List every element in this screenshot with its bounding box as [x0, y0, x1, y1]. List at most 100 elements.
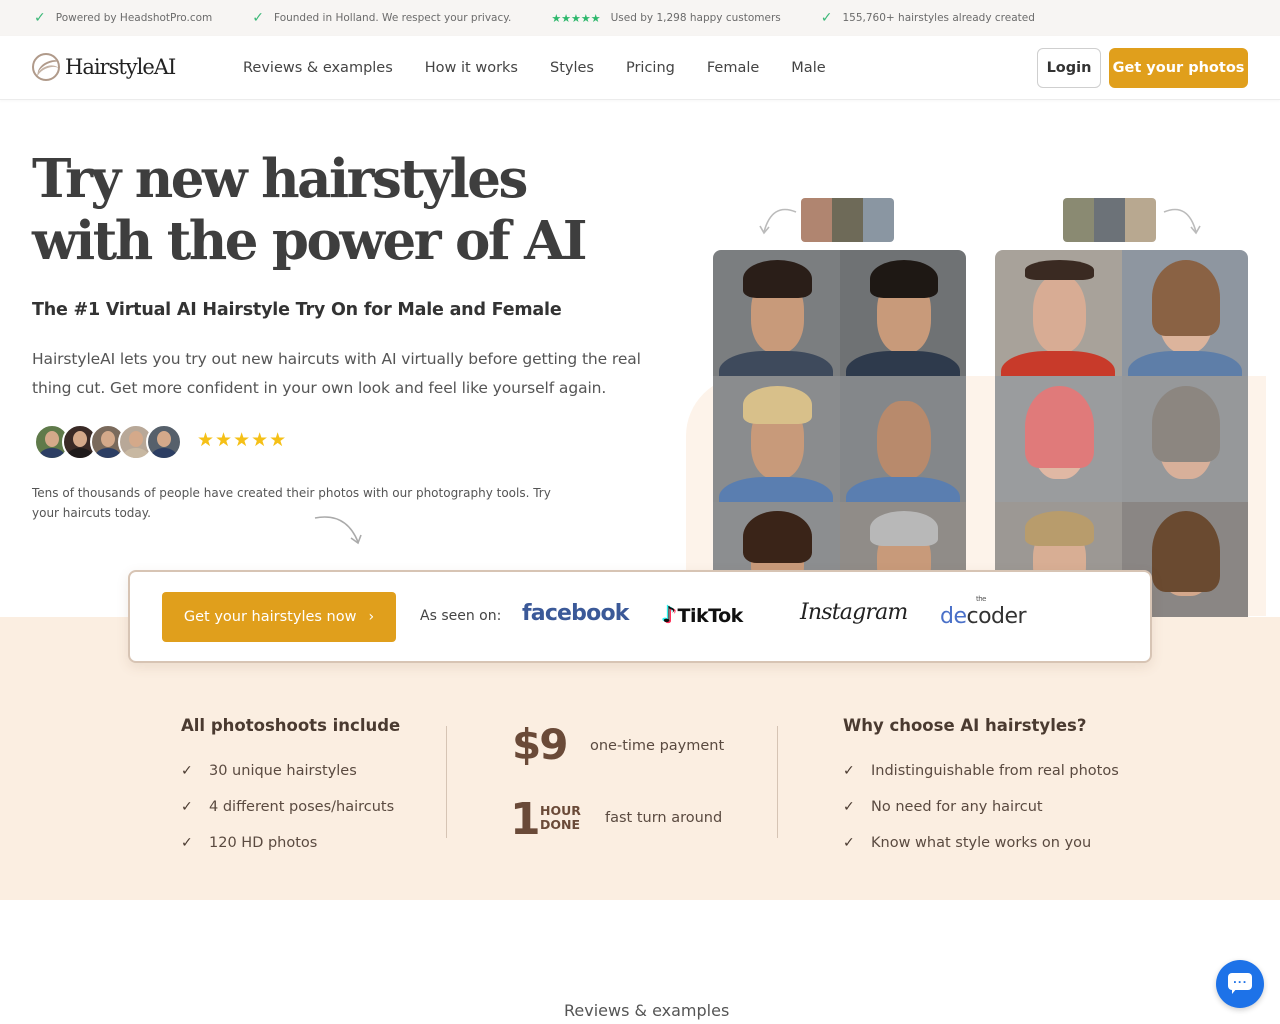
check-icon: ✓ — [181, 835, 193, 851]
trust-bar: ✓ Powered by HeadshotPro.com ✓ Founded i… — [0, 0, 1280, 36]
as-seen-on-card: Get your hairstyles now › As seen on: fa… — [128, 570, 1152, 663]
why-item: ✓ Indistinguishable from real photos — [843, 753, 1119, 789]
hero-title-line2: with the power of AI — [32, 210, 588, 272]
stars-icon: ★★★★★ — [551, 11, 601, 25]
nav-link-pricing[interactable]: Pricing — [626, 60, 675, 76]
decoder-logo: the decoder — [940, 595, 1027, 629]
check-icon: ✓ — [181, 799, 193, 815]
hairstyle-photo — [839, 250, 966, 376]
customer-avatars — [34, 424, 182, 460]
why-item: ✓ Know what style works on you — [843, 825, 1119, 861]
reviews-heading: Reviews & examples — [564, 1001, 730, 1020]
include-item: ✓ 120 HD photos — [181, 825, 400, 861]
decoder-rest: coder — [966, 604, 1027, 629]
female-input-thumbnails — [1063, 198, 1156, 242]
male-input-thumbnails — [801, 198, 894, 242]
check-icon: ✓ — [820, 10, 833, 26]
get-hairstyles-button[interactable]: Get your hairstyles now › — [162, 592, 396, 642]
check-icon: ✓ — [843, 799, 855, 815]
chat-button[interactable]: ... — [1216, 960, 1264, 1008]
rotate-arrow-icon — [759, 208, 797, 235]
logo-icon — [32, 53, 60, 81]
main-nav: HairstyleAI Reviews & examples How it wo… — [0, 36, 1280, 100]
nav-link-styles[interactable]: Styles — [550, 60, 594, 76]
thumbnail — [863, 198, 894, 242]
rating-stars-icon: ★★★★★ — [197, 429, 288, 451]
thumbnail — [1094, 198, 1125, 242]
hairstyle-photo — [713, 376, 840, 502]
why-text: No need for any haircut — [871, 799, 1043, 815]
facebook-logo: facebook — [522, 601, 629, 626]
curved-arrow-icon — [314, 516, 362, 545]
thumbnail — [832, 198, 863, 242]
price-value: $9 — [512, 720, 568, 769]
decoder-the: the — [976, 595, 987, 603]
thumbnail — [801, 198, 832, 242]
check-icon: ✓ — [252, 10, 265, 26]
social-proof-text: Tens of thousands of people have created… — [32, 486, 551, 520]
trust-text: 155,760+ hairstyles already created — [842, 12, 1035, 24]
include-text: 120 HD photos — [209, 835, 318, 851]
instagram-logo: Instagram — [800, 600, 908, 625]
hour-line2: DONE — [540, 817, 581, 832]
hairstyle-photo — [1121, 250, 1248, 376]
hairstyle-photo — [995, 250, 1122, 376]
hero-title-line1: Try new hairstyles — [32, 148, 528, 210]
hero-subtitle: The #1 Virtual AI Hairstyle Try On for M… — [32, 300, 562, 320]
as-seen-on-label: As seen on: — [420, 608, 502, 624]
hour-line1: HOUR — [540, 803, 581, 818]
check-icon: ✓ — [843, 835, 855, 851]
why-text: Know what style works on you — [871, 835, 1092, 851]
login-button[interactable]: Login — [1037, 48, 1101, 88]
trust-item: ✓ Powered by HeadshotPro.com — [34, 10, 212, 26]
includes-title: All photoshoots include — [181, 716, 401, 735]
hairstyle-photo — [1121, 376, 1248, 502]
tiktok-wordmark: TikTok — [677, 604, 744, 627]
check-icon: ✓ — [843, 763, 855, 779]
brand-name: HairstyleAI — [65, 55, 176, 79]
hero-description: HairstyleAI lets you try out new haircut… — [32, 350, 641, 397]
hairstyle-photo — [839, 376, 966, 502]
includes-column: All photoshoots include ✓ 30 unique hairs… — [181, 716, 400, 861]
chat-bubble-tail — [1232, 988, 1237, 994]
divider — [446, 726, 447, 838]
include-item: ✓ 4 different poses/haircuts — [181, 789, 400, 825]
get-photos-button[interactable]: Get your photos — [1109, 48, 1248, 88]
nav-link-how-it-works[interactable]: How it works — [425, 60, 518, 76]
nav-link-male[interactable]: Male — [791, 60, 825, 76]
nav-links: Reviews & examples How it works Styles P… — [243, 36, 858, 100]
check-icon: ✓ — [34, 10, 46, 26]
check-icon: ✓ — [181, 763, 193, 779]
rotate-arrow-icon — [1163, 208, 1201, 235]
trust-item: ✓ Founded in Holland. We respect your pr… — [252, 10, 511, 26]
avatar — [146, 424, 182, 460]
price-label: one-time payment — [590, 738, 725, 754]
trust-item: ✓ 155,760+ hairstyles already created — [821, 10, 1035, 26]
hour-number: 1 — [510, 794, 541, 845]
thumbnail — [1125, 198, 1156, 242]
nav-link-female[interactable]: Female — [707, 60, 759, 76]
trust-text: Powered by HeadshotPro.com — [55, 12, 213, 24]
tiktok-note-icon: ♪ — [662, 603, 676, 628]
turnaround-label: fast turn around — [605, 810, 723, 826]
include-text: 30 unique hairstyles — [209, 763, 357, 779]
trust-item: ★★★★★ Used by 1,298 happy customers — [551, 12, 780, 25]
hairstyle-photo — [995, 376, 1122, 502]
include-item: ✓ 30 unique hairstyles — [181, 753, 400, 789]
trust-text: Founded in Holland. We respect your priv… — [274, 12, 512, 24]
include-text: 4 different poses/haircuts — [209, 799, 395, 815]
why-text: Indistinguishable from real photos — [871, 763, 1119, 779]
chevron-right-icon: › — [368, 609, 375, 625]
chat-dots: ... — [1233, 975, 1248, 986]
hour-text: HOUR DONE — [540, 804, 581, 832]
why-title: Why choose AI hairstyles? — [843, 716, 1087, 735]
hero-title: Try new hairstyles with the power of AI — [32, 148, 652, 272]
why-item: ✓ No need for any haircut — [843, 789, 1119, 825]
nav-link-reviews[interactable]: Reviews & examples — [243, 60, 393, 76]
cta-label: Get your hairstyles now — [183, 609, 357, 625]
why-column: Why choose AI hairstyles? ✓ Indistinguish… — [843, 716, 1119, 861]
decoder-de: de — [940, 604, 967, 629]
brand-logo[interactable]: HairstyleAI — [32, 53, 176, 81]
hairstyle-photo — [713, 250, 840, 376]
male-hairstyle-grid — [713, 250, 966, 617]
